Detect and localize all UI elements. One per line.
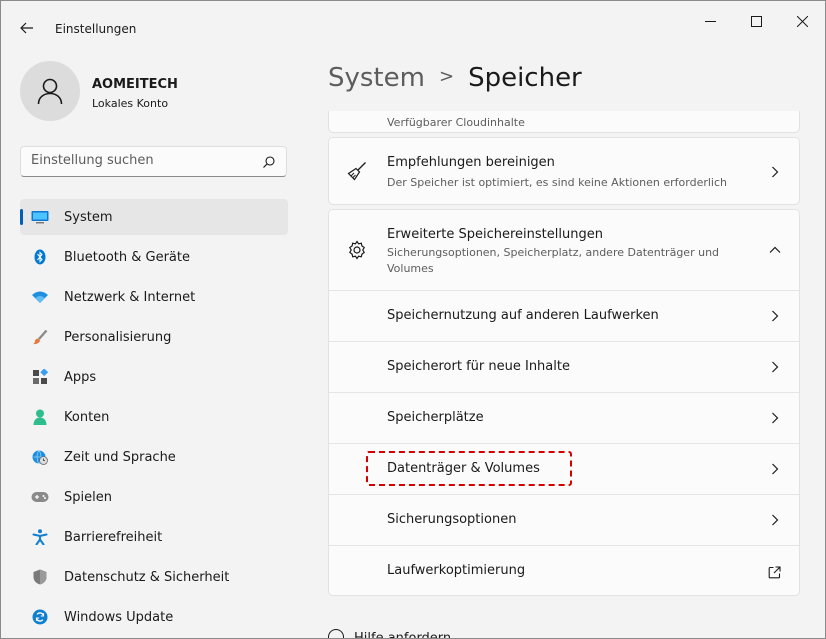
advanced-storage-header[interactable]: Erweiterte Speichereinstellungen Sicheru… bbox=[329, 210, 799, 290]
external-link-icon bbox=[767, 565, 781, 579]
shield-icon bbox=[31, 569, 49, 585]
sidebar-item-gaming[interactable]: Spielen bbox=[20, 479, 288, 515]
sidebar-nav: System Bluetooth & Geräte Netzwerk & Int… bbox=[20, 199, 288, 638]
search-icon[interactable] bbox=[262, 154, 276, 173]
user-name: AOMEITECH bbox=[92, 77, 178, 92]
app-title: Einstellungen bbox=[55, 22, 137, 36]
maximize-button[interactable] bbox=[736, 7, 776, 35]
chevron-right-icon bbox=[769, 463, 781, 475]
cloud-content-desc: Verfügbarer Cloudinhalte bbox=[387, 116, 525, 129]
system-icon bbox=[31, 209, 49, 225]
sidebar-item-label: Personalisierung bbox=[64, 329, 172, 345]
cloud-content-card[interactable]: Verfügbarer Cloudinhalte bbox=[328, 111, 800, 133]
sidebar-item-windows-update[interactable]: Windows Update bbox=[20, 599, 288, 635]
apps-icon bbox=[31, 369, 49, 385]
chevron-right-icon bbox=[769, 412, 781, 424]
cleanup-title: Empfehlungen bereinigen bbox=[387, 155, 555, 170]
update-icon bbox=[31, 609, 49, 625]
drive-optimization-label: Laufwerkoptimierung bbox=[387, 563, 526, 578]
sidebar-item-label: Windows Update bbox=[64, 609, 174, 625]
minimize-button[interactable] bbox=[690, 7, 730, 35]
new-content-location-item[interactable]: Speicherort für neue Inhalte bbox=[329, 341, 799, 392]
chevron-right-icon bbox=[769, 361, 781, 373]
sidebar-item-label: System bbox=[64, 209, 113, 225]
chevron-right-icon bbox=[769, 166, 781, 178]
user-icon bbox=[37, 78, 63, 105]
sidebar-item-apps[interactable]: Apps bbox=[20, 359, 288, 395]
sidebar-item-privacy[interactable]: Datenschutz & Sicherheit bbox=[20, 559, 288, 595]
person-icon bbox=[31, 409, 49, 425]
advanced-storage-title: Erweiterte Speichereinstellungen bbox=[387, 227, 603, 242]
get-help-link[interactable]: Hilfe anfordern bbox=[328, 629, 452, 639]
sidebar-item-label: Apps bbox=[64, 369, 97, 385]
breadcrumb-separator: > bbox=[438, 66, 455, 87]
close-icon bbox=[796, 15, 808, 27]
advanced-storage-desc: Sicherungsoptionen, Speicherplatz, ander… bbox=[387, 246, 720, 275]
get-help-label: Hilfe anfordern bbox=[354, 631, 452, 639]
sidebar-item-label: Konten bbox=[64, 409, 110, 425]
disks-volumes-label: Datenträger & Volumes bbox=[387, 461, 540, 476]
breadcrumb: System > Speicher bbox=[328, 63, 582, 93]
sidebar-item-label: Netzwerk & Internet bbox=[64, 289, 196, 305]
storage-spaces-label: Speicherplätze bbox=[387, 410, 484, 425]
search-box[interactable] bbox=[20, 146, 287, 177]
bluetooth-icon bbox=[31, 249, 49, 265]
help-icon bbox=[328, 629, 344, 638]
sidebar-item-label: Bluetooth & Geräte bbox=[64, 249, 190, 265]
sidebar-item-system[interactable]: System bbox=[20, 199, 288, 235]
minimize-icon bbox=[704, 20, 716, 22]
sidebar-item-label: Zeit und Sprache bbox=[64, 449, 176, 465]
brush-icon bbox=[31, 329, 49, 345]
account-type: Lokales Konto bbox=[92, 97, 169, 110]
sidebar-item-label: Barrierefreiheit bbox=[64, 529, 163, 545]
chevron-right-icon bbox=[769, 514, 781, 526]
storage-spaces-item[interactable]: Speicherplätze bbox=[329, 392, 799, 443]
back-button[interactable] bbox=[15, 16, 39, 40]
globe-clock-icon bbox=[31, 449, 49, 465]
sidebar-item-network[interactable]: Netzwerk & Internet bbox=[20, 279, 288, 315]
sidebar-item-label: Spielen bbox=[64, 489, 112, 505]
maximize-icon bbox=[750, 15, 762, 27]
backup-options-label: Sicherungsoptionen bbox=[387, 512, 517, 527]
close-button[interactable] bbox=[782, 7, 822, 35]
breadcrumb-parent[interactable]: System bbox=[328, 63, 425, 93]
advanced-storage-card: Erweiterte Speichereinstellungen Sicheru… bbox=[328, 209, 800, 596]
gamepad-icon bbox=[31, 489, 49, 505]
other-drives-usage-item[interactable]: Speichernutzung auf anderen Laufwerken bbox=[329, 290, 799, 341]
broom-icon bbox=[345, 159, 369, 183]
chevron-up-icon bbox=[769, 244, 781, 256]
sidebar-item-bluetooth[interactable]: Bluetooth & Geräte bbox=[20, 239, 288, 275]
avatar[interactable] bbox=[20, 61, 80, 121]
page-title: Speicher bbox=[468, 63, 582, 93]
drive-optimization-item[interactable]: Laufwerkoptimierung bbox=[329, 545, 799, 596]
sidebar-item-accounts[interactable]: Konten bbox=[20, 399, 288, 435]
disks-volumes-item[interactable]: Datenträger & Volumes bbox=[329, 443, 799, 494]
other-drives-usage-label: Speichernutzung auf anderen Laufwerken bbox=[387, 308, 659, 323]
sidebar-item-time-language[interactable]: Zeit und Sprache bbox=[20, 439, 288, 475]
backup-options-item[interactable]: Sicherungsoptionen bbox=[329, 494, 799, 545]
cleanup-desc: Der Speicher ist optimiert, es sind kein… bbox=[387, 176, 727, 189]
accessibility-icon bbox=[31, 529, 49, 545]
sidebar-item-label: Datenschutz & Sicherheit bbox=[64, 569, 230, 585]
sidebar-item-personalization[interactable]: Personalisierung bbox=[20, 319, 288, 355]
settings-window: Einstellungen AOMEITECH Lokales Konto Sy… bbox=[0, 0, 826, 639]
new-content-location-label: Speicherort für neue Inhalte bbox=[387, 359, 570, 374]
wifi-icon bbox=[31, 289, 49, 305]
chevron-right-icon bbox=[769, 310, 781, 322]
title-bar: Einstellungen bbox=[1, 1, 825, 41]
gear-icon bbox=[345, 238, 369, 262]
cleanup-recommendations-card[interactable]: Empfehlungen bereinigen Der Speicher ist… bbox=[328, 137, 800, 205]
content-scroll-area[interactable]: Verfügbarer Cloudinhalte Empfehlungen be… bbox=[328, 111, 802, 639]
search-input[interactable] bbox=[31, 153, 251, 168]
sidebar-item-accessibility[interactable]: Barrierefreiheit bbox=[20, 519, 288, 555]
back-arrow-icon bbox=[20, 22, 33, 34]
